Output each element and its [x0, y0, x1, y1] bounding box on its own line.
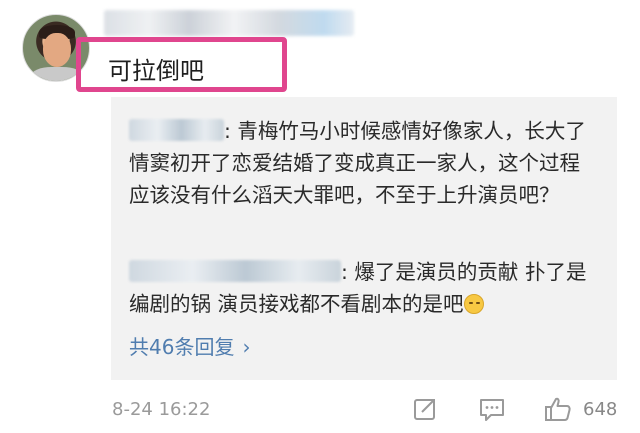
- reply-panel: : 青梅竹马小时候感情好像家人，长大了情窦初开了恋爱结婚了变成真正一家人，这个过…: [111, 97, 617, 380]
- avatar-face: [43, 33, 71, 67]
- thumbs-up-icon[interactable]: [543, 394, 573, 424]
- chevron-right-icon: ›: [242, 335, 251, 359]
- share-icon[interactable]: [410, 394, 440, 424]
- reply-item[interactable]: : 青梅竹马小时候感情好像家人，长大了情窦初开了恋爱结婚了变成真正一家人，这个过…: [129, 115, 599, 211]
- reply-item[interactable]: : 爆了是演员的贡献 扑了是编剧的锅 演员接戏都不看剧本的是吧: [129, 256, 599, 320]
- reply-username-blurred[interactable]: [129, 260, 341, 282]
- like-count: 648: [583, 399, 618, 420]
- highlight-annotation-box: [76, 37, 287, 92]
- comment-timestamp: 8-24 16:22: [112, 399, 211, 420]
- smiling-emoji-icon: [463, 294, 484, 314]
- more-replies-label: 共46条回复: [129, 335, 235, 359]
- more-replies-link[interactable]: 共46条回复 ›: [129, 333, 250, 361]
- reply-username-blurred[interactable]: [129, 119, 224, 141]
- comment-icon[interactable]: [477, 394, 507, 424]
- comment-footer: 8-24 16:22 648: [0, 390, 640, 430]
- username-blurred[interactable]: [104, 10, 354, 36]
